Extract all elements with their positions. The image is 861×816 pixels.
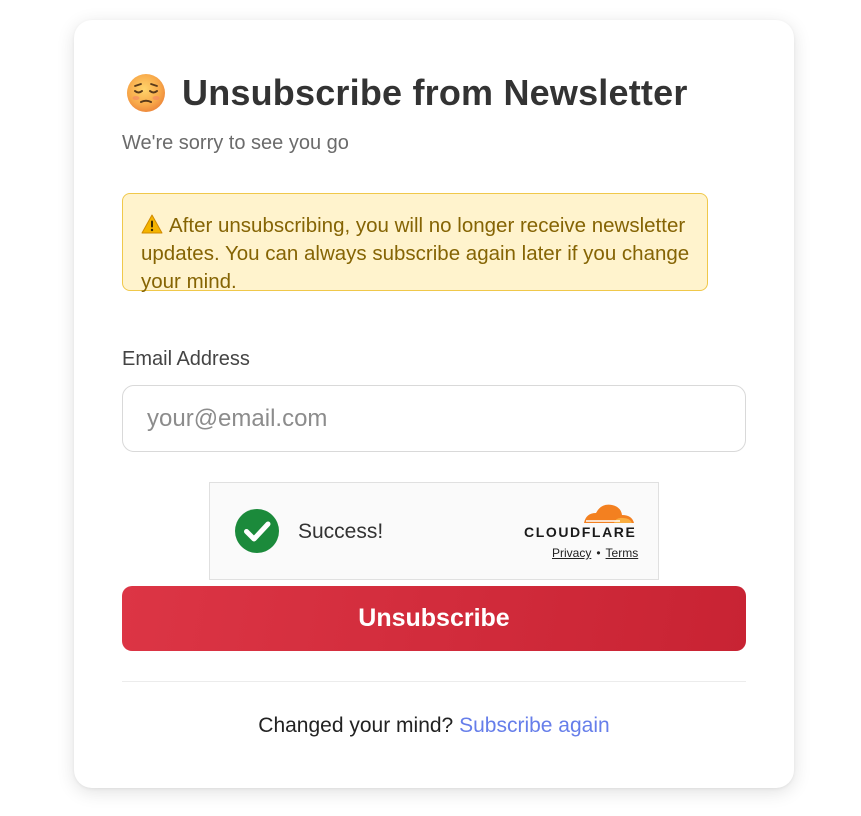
footer: Changed your mind? Subscribe again	[122, 714, 746, 738]
privacy-link[interactable]: Privacy	[552, 546, 591, 560]
cloudflare-logo-text: CLOUDFLARE	[524, 524, 637, 540]
cloudflare-turnstile-widget[interactable]: Success! CLOUDFLARE Privacy • Terms	[209, 482, 659, 580]
link-separator: •	[596, 546, 601, 560]
unsubscribe-button[interactable]: Unsubscribe	[122, 586, 746, 651]
warning-icon	[141, 214, 163, 234]
title-row: Unsubscribe from Newsletter	[126, 72, 688, 114]
page-title: Unsubscribe from Newsletter	[182, 72, 688, 113]
divider	[122, 681, 746, 682]
captcha-links: Privacy • Terms	[552, 546, 638, 560]
warning-text: After unsubscribing, you will no longer …	[141, 214, 690, 293]
captcha-status-text: Success!	[298, 520, 384, 543]
pensive-face-emoji-icon	[127, 74, 165, 112]
warning-alert: After unsubscribing, you will no longer …	[122, 193, 708, 293]
terms-link[interactable]: Terms	[606, 546, 639, 560]
subscribe-again-link[interactable]: Subscribe again	[459, 714, 610, 737]
unsubscribe-card: Unsubscribe from Newsletter We're sorry …	[74, 20, 794, 788]
footer-prompt: Changed your mind?	[258, 714, 454, 737]
page-subtitle: We're sorry to see you go	[122, 132, 349, 154]
check-circle-icon	[235, 509, 279, 553]
email-input[interactable]	[122, 385, 746, 452]
email-label: Email Address	[122, 348, 250, 370]
